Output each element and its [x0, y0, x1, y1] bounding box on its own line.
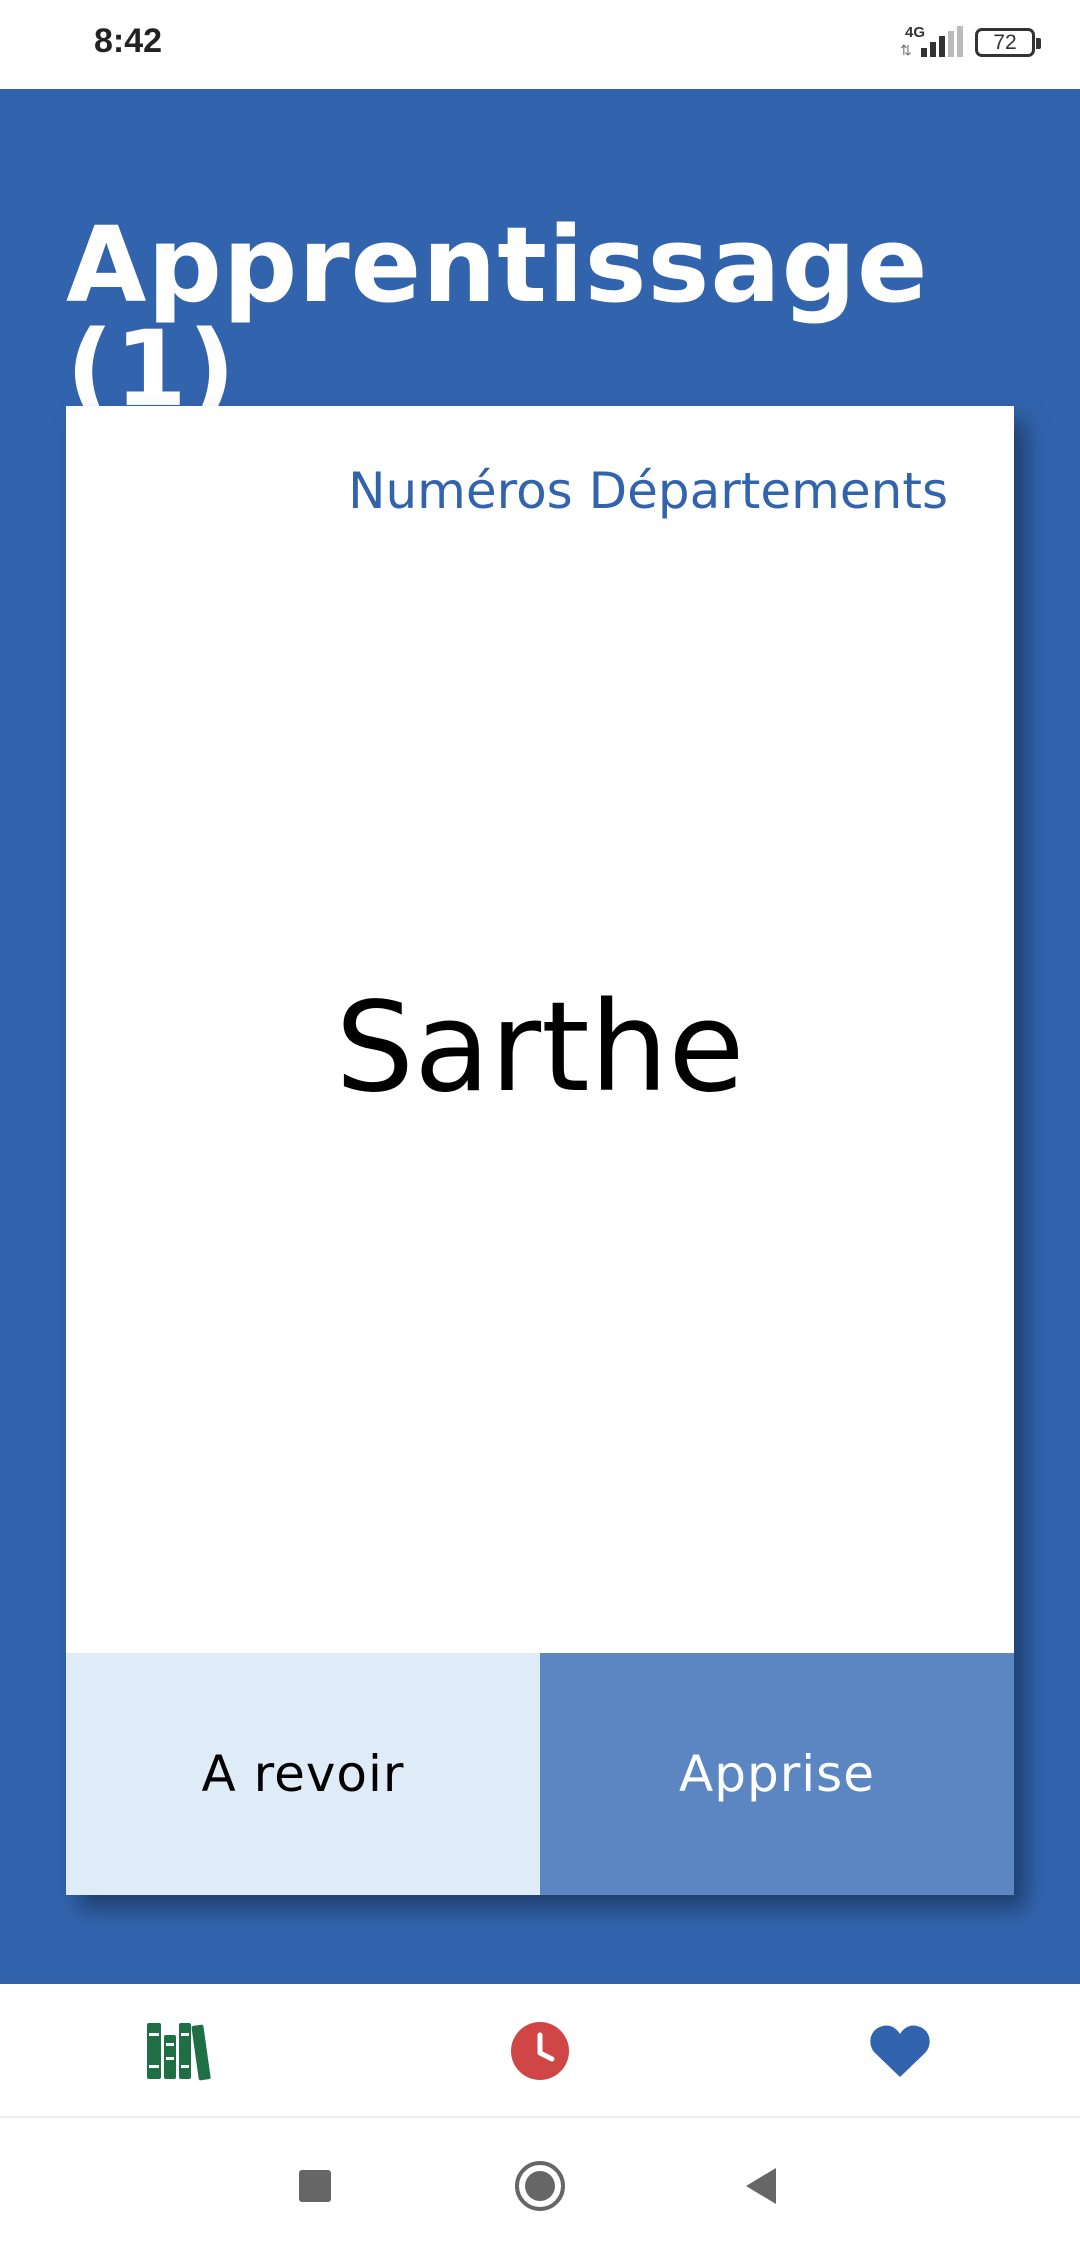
battery-icon: 72 — [975, 28, 1041, 57]
flashcard: Numéros Départements Sarthe A revoir App… — [66, 406, 1014, 1895]
battery-level: 72 — [993, 31, 1017, 54]
nav-favorites[interactable] — [820, 1984, 980, 2118]
home-icon — [515, 2161, 565, 2211]
page-title: Apprentissage (1) — [66, 204, 929, 430]
signal-icon — [921, 26, 963, 57]
back-button[interactable] — [722, 2146, 802, 2226]
status-time: 8:42 — [94, 22, 163, 60]
books-icon — [147, 2023, 211, 2081]
review-button[interactable]: A revoir — [66, 1653, 540, 1895]
nav-history[interactable] — [460, 1984, 620, 2118]
main-content: Apprentissage (1) Numéros Départements S… — [0, 89, 1080, 1984]
card-actions: A revoir Apprise — [66, 1653, 1014, 1895]
card-category: Numéros Départements — [348, 462, 948, 520]
learned-button[interactable]: Apprise — [540, 1653, 1014, 1895]
recents-button[interactable] — [275, 2146, 355, 2226]
data-activity-icon: ⇅ — [900, 42, 912, 58]
recents-icon — [299, 2170, 331, 2202]
battery-tip — [1036, 38, 1041, 49]
back-icon — [746, 2168, 776, 2204]
system-nav — [0, 2118, 1080, 2248]
nav-library[interactable] — [99, 1984, 259, 2118]
heart-icon — [870, 2025, 930, 2077]
bottom-nav — [0, 1984, 1080, 2118]
clock-icon — [511, 2022, 569, 2080]
card-term: Sarthe — [335, 976, 745, 1120]
status-bar: 8:42 4G ⇅ 72 — [0, 0, 1080, 89]
home-button[interactable] — [500, 2146, 580, 2226]
